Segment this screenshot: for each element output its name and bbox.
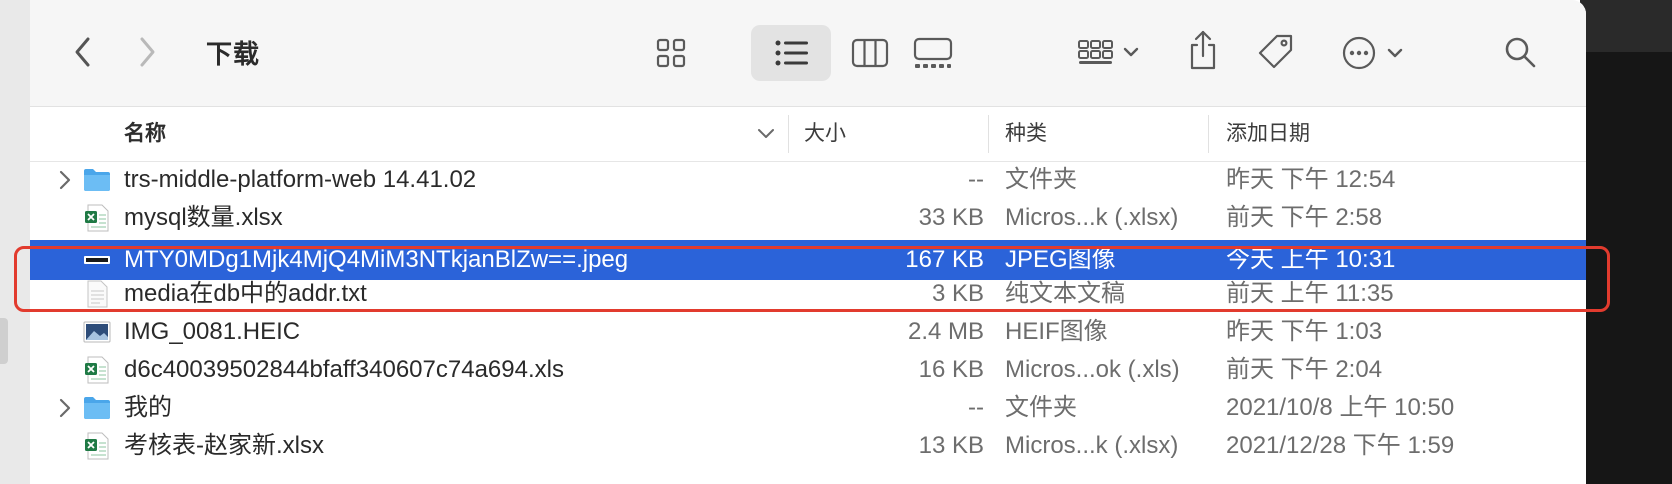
tag-icon[interactable]	[1256, 32, 1296, 72]
folder-icon	[82, 165, 112, 195]
desktop-backdrop	[1580, 0, 1672, 484]
excel-icon	[82, 203, 112, 233]
file-row[interactable]: IMG_0081.HEIC 2.4 MB HEIF图像 昨天 下午 1:03	[30, 312, 1586, 352]
column-divider[interactable]	[988, 115, 989, 153]
search-icon[interactable]	[1502, 34, 1538, 70]
column-divider[interactable]	[1208, 115, 1209, 153]
file-size: 2.4 MB	[907, 318, 984, 345]
finder-window: 下载 名称 大小 种类 添加日期 trs-middle-platform-web…	[30, 0, 1586, 484]
toolbar: 下载	[30, 0, 1586, 107]
file-kind: Micros...k (.xlsx)	[1005, 432, 1179, 459]
gallery-view-icon[interactable]	[912, 36, 954, 72]
excel-icon	[82, 431, 112, 461]
file-date: 前天 下午 2:58	[1226, 204, 1383, 231]
file-date: 2021/12/28 下午 1:59	[1226, 432, 1455, 459]
file-size: 13 KB	[918, 432, 984, 459]
column-header-name[interactable]: 名称	[124, 107, 166, 161]
disclosure-chevron-icon[interactable]	[58, 397, 78, 419]
excel-icon	[82, 355, 112, 385]
column-header-date-added[interactable]: 添加日期	[1226, 107, 1310, 161]
file-row[interactable]: d6c40039502844bfaff340607c74a694.xls 16 K…	[30, 350, 1586, 390]
list-view-icon[interactable]	[774, 36, 810, 70]
column-view-icon[interactable]	[850, 36, 890, 70]
file-kind: Micros...k (.xlsx)	[1005, 204, 1179, 231]
file-date: 昨天 下午 12:54	[1226, 166, 1396, 193]
file-row[interactable]: mysql数量.xlsx 33 KB Micros...k (.xlsx) 前天 下午…	[30, 198, 1586, 238]
backdrop-bar	[1580, 0, 1672, 52]
column-header-size[interactable]: 大小	[804, 107, 846, 161]
photo-icon	[82, 317, 112, 347]
file-kind: 文件夹	[1005, 166, 1077, 193]
column-header-kind[interactable]: 种类	[1005, 107, 1047, 161]
sort-chevron-down-icon[interactable]	[754, 122, 778, 146]
file-date: 昨天 下午 1:03	[1226, 318, 1383, 345]
group-icon[interactable]	[1076, 36, 1144, 70]
window-title: 下载	[206, 39, 261, 69]
more-icon[interactable]	[1340, 34, 1410, 72]
chevron-left-icon[interactable]	[68, 32, 98, 72]
column-divider[interactable]	[788, 115, 789, 153]
grid-view-icon[interactable]	[654, 36, 688, 70]
share-icon[interactable]	[1186, 28, 1220, 72]
file-size: 33 KB	[918, 204, 984, 231]
chevron-right-icon[interactable]	[132, 32, 162, 72]
file-name: d6c40039502844bfaff340607c74a694.xls	[124, 356, 564, 383]
column-header: 名称 大小 种类 添加日期	[30, 107, 1586, 162]
scroll-nub[interactable]	[0, 318, 8, 364]
file-date: 前天 下午 2:04	[1226, 356, 1383, 383]
annotation-highlight-box	[14, 246, 1610, 312]
file-size: --	[968, 166, 984, 193]
file-kind: HEIF图像	[1005, 318, 1108, 345]
file-row[interactable]: 我的 -- 文件夹 2021/10/8 上午 10:50	[30, 388, 1586, 428]
file-name: mysql数量.xlsx	[124, 204, 283, 231]
file-name: IMG_0081.HEIC	[124, 318, 301, 345]
file-row[interactable]: trs-middle-platform-web 14.41.02 -- 文件夹 昨天 …	[30, 160, 1586, 200]
folder-icon	[82, 393, 112, 423]
file-kind: Micros...ok (.xls)	[1005, 356, 1180, 383]
file-kind: 文件夹	[1005, 394, 1077, 421]
file-name: 我的	[124, 394, 172, 421]
left-window-edge	[0, 0, 30, 484]
file-date: 2021/10/8 上午 10:50	[1226, 394, 1455, 421]
file-name: 考核表-赵家新.xlsx	[124, 432, 324, 459]
file-size: --	[968, 394, 984, 421]
file-row[interactable]: 考核表-赵家新.xlsx 13 KB Micros...k (.xlsx) 2021/…	[30, 426, 1586, 466]
file-name: trs-middle-platform-web 14.41.02	[124, 166, 477, 193]
disclosure-chevron-icon[interactable]	[58, 169, 78, 191]
file-size: 16 KB	[918, 356, 984, 383]
